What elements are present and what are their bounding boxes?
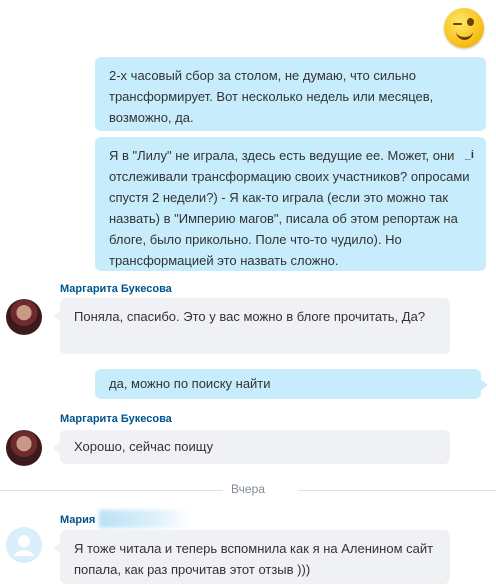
incoming-message[interactable]: Я тоже читала и теперь вспомнила как я н… xyxy=(53,530,450,584)
message-text: Хорошо, сейчас поищу xyxy=(74,439,214,454)
default-avatar-icon[interactable] xyxy=(6,527,42,563)
edit-icon: _i xyxy=(464,149,474,161)
winking-emoji-icon xyxy=(444,8,484,48)
avatar[interactable] xyxy=(6,299,42,335)
message-text: Я тоже читала и теперь вспомнила как я н… xyxy=(74,541,434,577)
outgoing-message[interactable]: 2-х часовый сбор за столом, не думаю, чт… xyxy=(95,57,486,131)
message-text: 2-х часовый сбор за столом, не думаю, чт… xyxy=(109,68,434,125)
avatar[interactable] xyxy=(6,430,42,466)
date-divider-label: Вчера xyxy=(223,482,273,496)
sender-name[interactable]: Маргарита Букесова xyxy=(60,283,172,295)
incoming-message[interactable]: Поняла, спасибо. Это у вас можно в блоге… xyxy=(53,298,450,354)
message-text: Поняла, спасибо. Это у вас можно в блоге… xyxy=(74,309,426,324)
incoming-message[interactable]: Хорошо, сейчас поищу xyxy=(53,430,450,464)
message-text: Я в "Лилу" не играла, здесь есть ведущие… xyxy=(109,148,470,268)
outgoing-message[interactable]: _i Я в "Лилу" не играла, здесь есть веду… xyxy=(95,137,486,271)
sender-name[interactable]: Маргарита Букесова xyxy=(60,413,172,425)
message-text: да, можно по поиску найти xyxy=(109,376,271,391)
date-divider: Вчера xyxy=(0,482,496,496)
outgoing-message[interactable]: да, можно по поиску найти xyxy=(95,369,488,399)
blurred-name xyxy=(99,510,191,528)
sender-name[interactable]: Мария xyxy=(60,514,95,526)
